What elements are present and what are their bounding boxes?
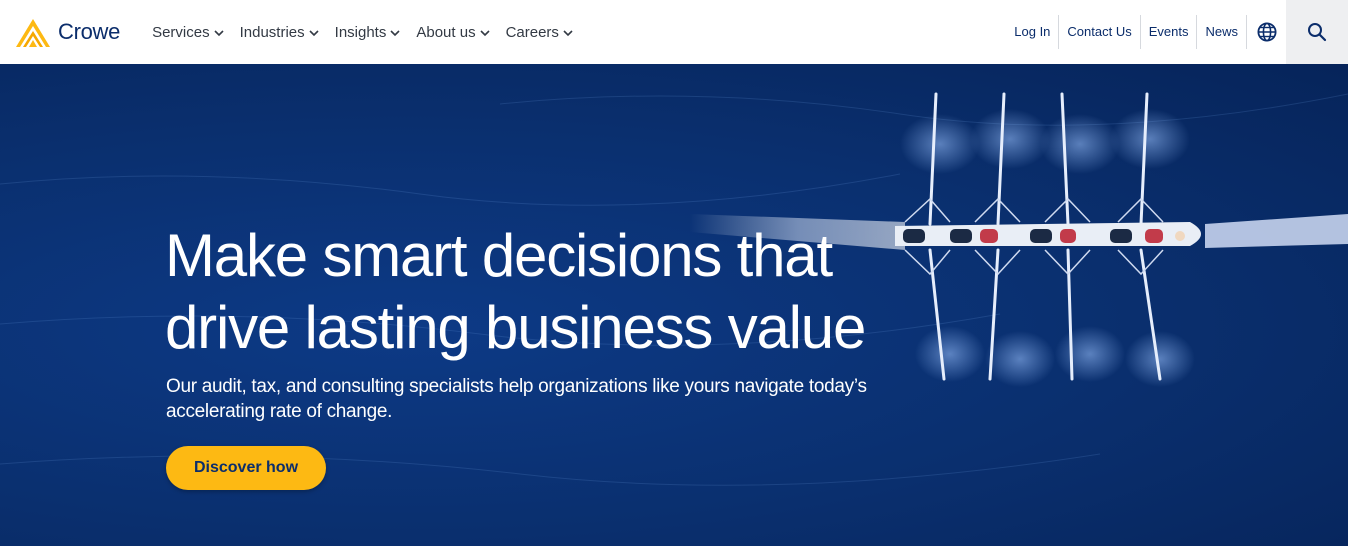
headline-line-2: drive lasting business value — [165, 294, 866, 361]
hero-headline: Make smart decisions that drive lasting … — [165, 220, 925, 364]
subtext-line-2: accelerating rate of change. — [166, 401, 393, 422]
headline-line-1: Make smart decisions that — [165, 222, 833, 289]
hero-subtext: Our audit, tax, and consulting specialis… — [166, 374, 926, 424]
main-navigation: Services Industries Insights About us Ca… — [144, 0, 581, 64]
nav-label: Careers — [505, 23, 559, 41]
search-button[interactable] — [1286, 0, 1348, 64]
nav-careers[interactable]: Careers — [498, 0, 581, 64]
nav-label: Industries — [239, 23, 305, 41]
nav-insights[interactable]: Insights — [327, 0, 409, 64]
nav-label: About us — [416, 23, 476, 41]
chevron-down-icon — [214, 24, 224, 41]
chevron-down-icon — [563, 24, 573, 41]
crowe-logo[interactable]: Crowe — [16, 0, 120, 64]
nav-label: Services — [152, 23, 210, 41]
nav-services[interactable]: Services — [144, 0, 232, 64]
discover-how-button[interactable]: Discover how — [166, 446, 326, 490]
events-link[interactable]: Events — [1139, 15, 1197, 49]
search-icon — [1308, 23, 1327, 42]
chevron-down-icon — [390, 24, 400, 41]
nav-label: Insights — [334, 23, 387, 41]
nav-about-us[interactable]: About us — [408, 0, 497, 64]
utility-navigation: Log In Contact Us Events News — [1006, 0, 1348, 64]
nav-industries[interactable]: Industries — [232, 0, 327, 64]
log-in-link[interactable]: Log In — [1006, 15, 1058, 49]
subtext-line-1: Our audit, tax, and consulting specialis… — [166, 376, 867, 397]
globe-icon — [1256, 22, 1277, 42]
hero-banner: Make smart decisions that drive lasting … — [0, 64, 1348, 546]
chevron-down-icon — [480, 24, 490, 41]
site-header: Crowe Services Industries Insights About… — [0, 0, 1348, 64]
chevron-down-icon — [309, 24, 319, 41]
language-selector-button[interactable] — [1246, 15, 1286, 49]
crowe-chevron-logo-icon — [16, 19, 50, 47]
news-link[interactable]: News — [1196, 15, 1246, 49]
brand-name: Crowe — [58, 19, 121, 44]
contact-us-link[interactable]: Contact Us — [1058, 15, 1139, 49]
